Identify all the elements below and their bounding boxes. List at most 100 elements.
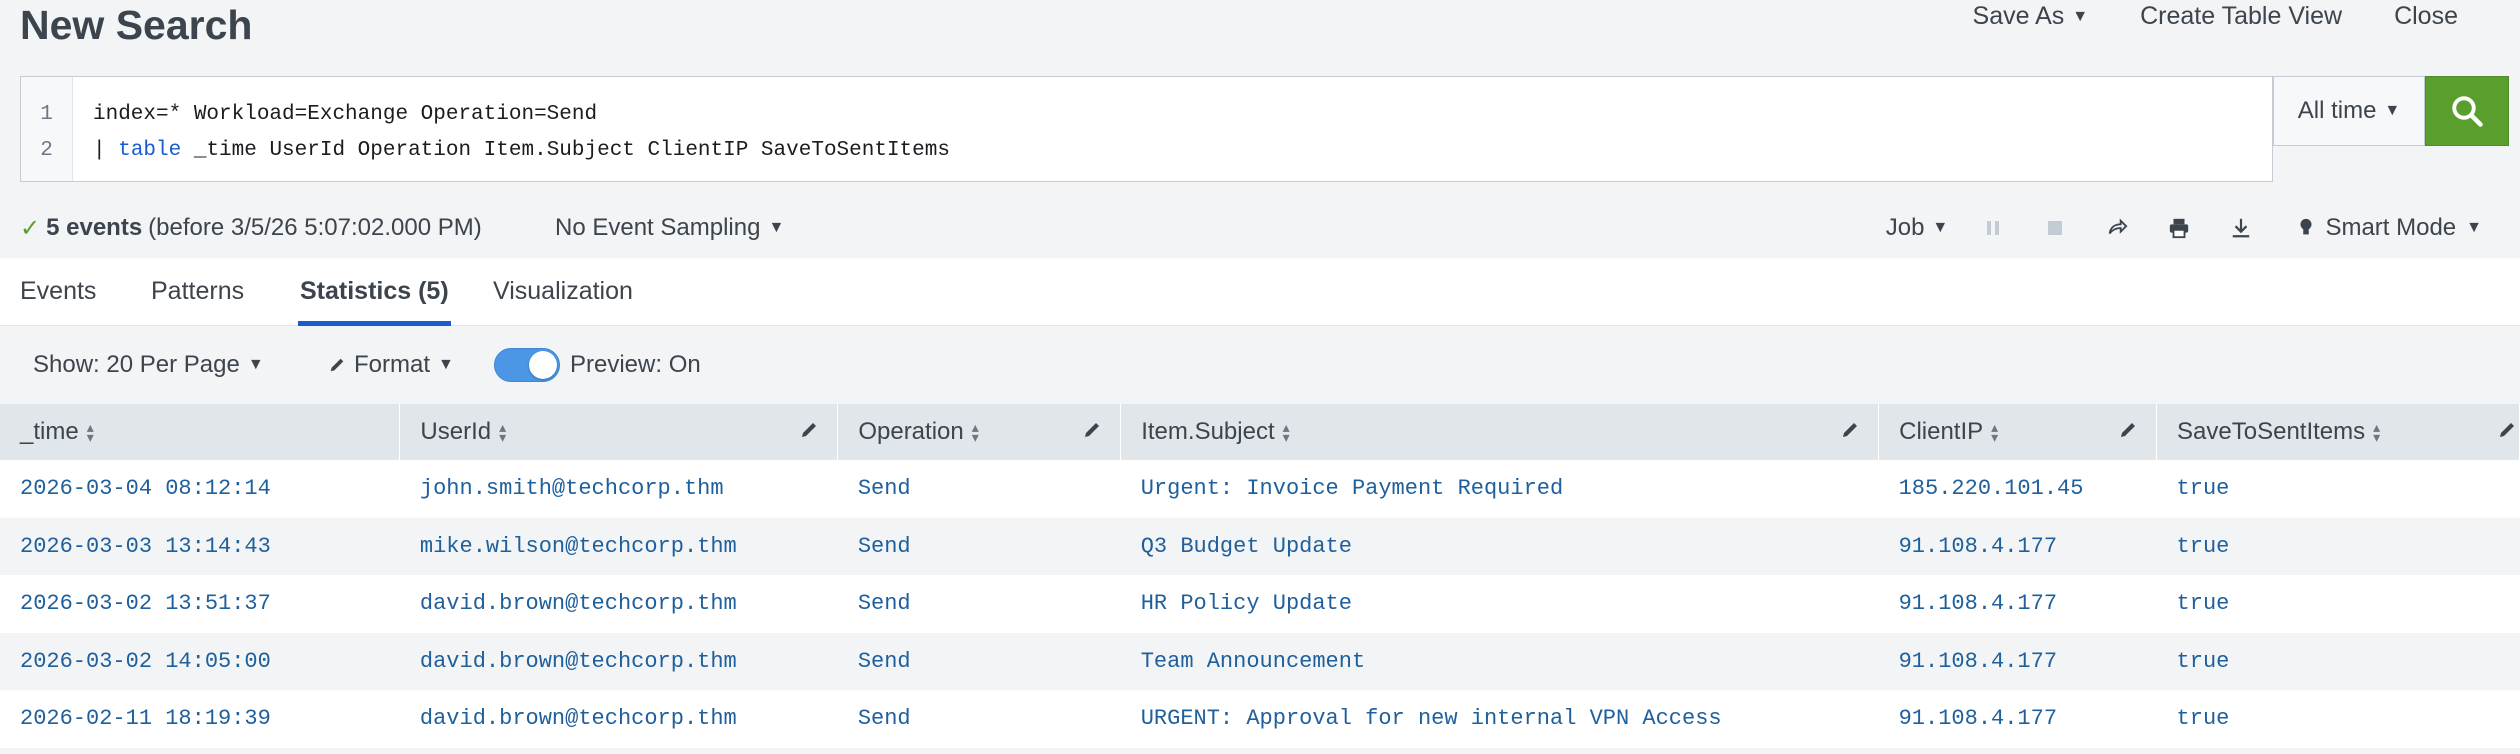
format-label: Format: [354, 351, 431, 378]
cell-savetosentitems[interactable]: true: [2156, 575, 2520, 633]
statistics-table: _time ▴ ▾ UserId ▴ ▾ Operation ▴ ▾ Item.Subjec…: [0, 404, 2520, 748]
stop-button[interactable]: [2024, 208, 2086, 248]
query-args: _time UserId Operation Item.Subject Clie…: [181, 139, 950, 162]
pencil-icon: [330, 358, 344, 372]
print-button[interactable]: [2148, 208, 2210, 248]
pencil-icon[interactable]: [2118, 420, 2138, 440]
column-header-operation[interactable]: Operation ▴ ▾: [837, 404, 1122, 460]
cell-clientip[interactable]: 91.108.4.177: [1878, 575, 2157, 633]
job-label: Job: [1885, 214, 1925, 241]
job-status-bar: ✓ 5 events (before 3/5/26 5:07:02.000 PM…: [0, 198, 2520, 258]
job-menu[interactable]: Job ▼: [1872, 208, 1962, 248]
cell-userid[interactable]: david.brown@techcorp.thm: [399, 632, 838, 690]
sort-icon[interactable]: ▴ ▾: [2373, 420, 2380, 444]
event-count: ✓ 5 events (before 3/5/26 5:07:02.000 PM…: [20, 214, 482, 243]
switch-knob: [529, 351, 557, 379]
create-table-view-label: Create Table View: [2140, 2, 2343, 30]
cell-time[interactable]: 2026-03-02 13:51:37: [0, 575, 400, 633]
event-count-before: (before 3/5/26 5:07:02.000 PM): [148, 214, 482, 241]
cell-item-subject[interactable]: HR Policy Update: [1120, 575, 1879, 633]
cell-item-subject[interactable]: Q3 Budget Update: [1120, 517, 1879, 575]
caret-down-icon: ▼: [1932, 219, 1949, 236]
column-header-item-subject[interactable]: Item.Subject ▴ ▾: [1120, 404, 1880, 460]
column-header-savetosentitems[interactable]: SaveToSentItems ▴ ▾: [2156, 404, 2520, 460]
tab-statistics[interactable]: Statistics (5): [298, 258, 451, 326]
stop-icon: [2048, 221, 2062, 235]
cell-savetosentitems[interactable]: true: [2156, 690, 2520, 748]
cell-userid[interactable]: david.brown@techcorp.thm: [399, 690, 838, 748]
cell-clientip[interactable]: 185.220.101.45: [1878, 460, 2157, 518]
cell-userid[interactable]: mike.wilson@techcorp.thm: [399, 517, 838, 575]
save-as-label: Save As: [1972, 2, 2065, 30]
sort-icon[interactable]: ▴ ▾: [1283, 420, 1290, 444]
tab-patterns[interactable]: Patterns: [151, 258, 244, 326]
tab-events[interactable]: Events: [20, 258, 96, 326]
cell-operation[interactable]: Send: [837, 690, 1121, 748]
column-label: SaveToSentItems: [2177, 418, 2366, 445]
per-page-dropdown[interactable]: Show: 20 Per Page ▼: [33, 351, 264, 379]
caret-down-icon: ▼: [438, 356, 454, 373]
search-button[interactable]: [2425, 76, 2509, 146]
table-row: 2026-03-02 13:51:37 david.brown@techcorp…: [0, 575, 2520, 633]
format-dropdown[interactable]: Format ▼: [328, 351, 454, 379]
cell-time[interactable]: 2026-02-11 18:19:39: [0, 690, 400, 748]
query-line-2: | table _time UserId Operation Item.Subj…: [93, 133, 950, 169]
cell-savetosentitems[interactable]: true: [2156, 517, 2520, 575]
sort-icon[interactable]: ▴ ▾: [972, 420, 979, 444]
cell-item-subject[interactable]: Team Announcement: [1120, 632, 1879, 690]
query-pipe: |: [93, 139, 119, 162]
share-icon: [2108, 218, 2128, 235]
column-header-time[interactable]: _time ▴ ▾: [0, 404, 401, 460]
cell-item-subject[interactable]: URGENT: Approval for new internal VPN Ac…: [1120, 690, 1879, 748]
cell-time[interactable]: 2026-03-02 14:05:00: [0, 632, 400, 690]
caret-down-icon: ▼: [247, 356, 264, 373]
cell-operation[interactable]: Send: [837, 460, 1121, 518]
search-query-editor[interactable]: 1 2 index=* Workload=Exchange Operation=…: [20, 76, 2273, 182]
export-button[interactable]: [2210, 208, 2272, 248]
table-row: 2026-03-02 14:05:00 david.brown@techcorp…: [0, 632, 2520, 690]
table-row: 2026-03-03 13:14:43 mike.wilson@techcorp…: [0, 517, 2520, 575]
event-sampling-dropdown[interactable]: No Event Sampling ▼: [555, 214, 784, 242]
sort-icon[interactable]: ▴ ▾: [499, 420, 506, 444]
sort-icon[interactable]: ▴ ▾: [1991, 420, 1998, 444]
cell-savetosentitems[interactable]: true: [2156, 632, 2520, 690]
close-button[interactable]: Close: [2368, 2, 2484, 31]
cell-operation[interactable]: Send: [837, 517, 1121, 575]
column-header-userid[interactable]: UserId ▴ ▾: [399, 404, 839, 460]
line-number-gutter: 1 2: [21, 77, 73, 181]
time-range-picker[interactable]: All time ▼: [2273, 76, 2425, 146]
cell-operation[interactable]: Send: [837, 632, 1121, 690]
column-label: Operation: [858, 418, 964, 445]
save-as-menu[interactable]: Save As ▼: [1947, 2, 2115, 31]
preview-switch[interactable]: [494, 348, 560, 382]
cell-clientip[interactable]: 91.108.4.177: [1878, 517, 2157, 575]
cell-item-subject[interactable]: Urgent: Invoice Payment Required: [1120, 460, 1879, 518]
tab-visualization[interactable]: Visualization: [493, 258, 633, 326]
cell-clientip[interactable]: 91.108.4.177: [1878, 690, 2157, 748]
caret-down-icon: ▼: [768, 219, 785, 236]
pencil-icon[interactable]: [1840, 420, 1860, 440]
create-table-view-button[interactable]: Create Table View: [2114, 2, 2368, 31]
cell-time[interactable]: 2026-03-03 13:14:43: [0, 517, 400, 575]
pencil-icon[interactable]: [2497, 420, 2517, 440]
search-mode-label: Smart Mode: [2325, 214, 2457, 241]
cell-userid[interactable]: david.brown@techcorp.thm: [399, 575, 838, 633]
cell-clientip[interactable]: 91.108.4.177: [1878, 632, 2157, 690]
search-mode-dropdown[interactable]: Smart Mode ▼: [2272, 208, 2482, 248]
pause-button[interactable]: [1962, 208, 2024, 248]
cell-savetosentitems[interactable]: true: [2156, 460, 2520, 518]
pencil-icon[interactable]: [1082, 420, 1102, 440]
table-row: 2026-02-11 18:19:39 david.brown@techcorp…: [0, 690, 2520, 748]
pencil-icon[interactable]: [799, 420, 819, 440]
cell-userid[interactable]: john.smith@techcorp.thm: [399, 460, 838, 518]
cell-time[interactable]: 2026-03-04 08:12:14: [0, 460, 400, 518]
sort-icon[interactable]: ▴ ▾: [87, 420, 94, 444]
table-controls: Show: 20 Per Page ▼ Format ▼ Preview: On: [0, 326, 2520, 404]
share-button[interactable]: [2086, 208, 2148, 248]
column-header-clientip[interactable]: ClientIP ▴ ▾: [1878, 404, 2158, 460]
preview-toggle[interactable]: Preview: On: [494, 348, 701, 382]
cell-operation[interactable]: Send: [837, 575, 1121, 633]
page-title: New Search: [20, 2, 253, 48]
query-code[interactable]: index=* Workload=Exchange Operation=Send…: [73, 77, 950, 169]
header-actions: Save As ▼ Create Table View Close: [1947, 2, 2484, 31]
